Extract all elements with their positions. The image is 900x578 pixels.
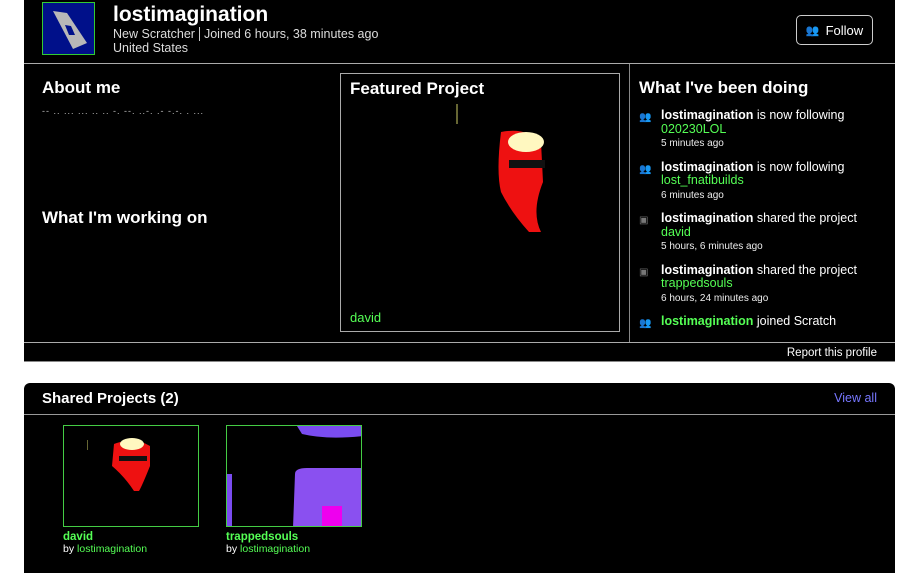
joined: Joined 6 hours, 38 minutes ago <box>198 27 379 41</box>
follow-icon: 👥 <box>639 163 652 175</box>
activity-target[interactable]: david <box>661 225 691 239</box>
activity-user[interactable]: lostimagination <box>661 314 753 328</box>
activity-user[interactable]: lostimagination <box>661 263 753 277</box>
project-thumbnail[interactable] <box>63 425 199 527</box>
share-icon: ▣ <box>639 266 649 278</box>
report-profile-link[interactable]: Report this profile <box>787 347 877 359</box>
follow-icon: 👥 <box>639 318 652 329</box>
project-author: by lostimagination <box>226 543 362 555</box>
featured-project-title[interactable]: david <box>350 310 381 325</box>
activity-item: 👥 lostimagination is now following 020230L… <box>639 108 889 151</box>
activity-time: 6 minutes ago <box>661 189 724 201</box>
follow-icon: 👥 <box>639 112 652 123</box>
activity-action: shared the project <box>756 211 857 225</box>
project-author: by lostimagination <box>63 543 199 555</box>
activity-user[interactable]: lostimagination <box>661 160 753 174</box>
activity-item: ▣ lostimagination shared the project davi… <box>639 211 889 254</box>
project-title[interactable]: david <box>63 531 199 543</box>
by-label: by <box>63 543 75 555</box>
about-me-text: -- .. ... ... .. .. -. --. ..-. .- -.-. … <box>42 106 204 116</box>
featured-thumbnail[interactable] <box>401 102 561 302</box>
follow-label: Follow <box>825 22 864 38</box>
about-me-heading: About me <box>42 78 121 97</box>
activity-action: is now following <box>756 159 845 174</box>
activity-item: 👥 lostimagination joined Scratch <box>639 314 889 329</box>
profile-meta: New Scratcher Joined 6 hours, 38 minutes … <box>113 27 382 55</box>
working-on-heading: What I'm working on <box>42 208 208 227</box>
avatar[interactable] <box>42 2 95 55</box>
follow-button[interactable]: 👥 Follow <box>796 15 873 45</box>
activity-action: shared the project <box>756 262 857 277</box>
project-thumbnail[interactable] <box>226 425 362 527</box>
project-title[interactable]: trappedsouls <box>226 531 362 543</box>
activity-heading: What I've been doing <box>639 78 809 97</box>
featured-heading: Featured Project <box>350 79 485 98</box>
shared-projects-heading: Shared Projects (2) <box>42 390 179 407</box>
activity-time: 5 minutes ago <box>661 138 724 149</box>
shared-projects-header: Shared Projects (2) View all <box>24 383 895 415</box>
author-link[interactable]: lostimagination <box>240 543 310 555</box>
activity-user[interactable]: lostimagination <box>661 211 753 225</box>
activity-time: 5 hours, 6 minutes ago <box>661 241 763 252</box>
view-all-link[interactable]: View all <box>834 391 877 405</box>
activity-action: is now following <box>756 108 845 122</box>
follow-icon: 👥 <box>805 24 820 37</box>
profile-box: lostimagination New Scratcher Joined 6 ho… <box>24 0 895 362</box>
activity-time: 6 hours, 24 minutes ago <box>661 292 769 304</box>
activity-target[interactable]: lost_fnatibuilds <box>661 173 744 187</box>
featured-project[interactable]: Featured Project david <box>340 73 620 332</box>
share-icon: ▣ <box>639 215 649 226</box>
rank: New Scratcher <box>113 27 195 41</box>
shared-projects-box: Shared Projects (2) View all david by lo… <box>24 383 895 573</box>
activity-item: 👥 lostimagination is now following lost_fn… <box>639 159 889 203</box>
column-divider <box>629 64 630 342</box>
by-label: by <box>226 543 238 555</box>
activity-target[interactable]: 020230LOL <box>661 122 726 136</box>
report-bar: Report this profile <box>24 342 895 362</box>
activity-item: ▣ lostimagination shared the project trapp… <box>639 262 889 306</box>
activity-user[interactable]: lostimagination <box>661 108 753 122</box>
author-link[interactable]: lostimagination <box>77 543 147 555</box>
activity-target[interactable]: trappedsouls <box>661 276 733 290</box>
activity-feed: What I've been doing 👥 lostimagination is… <box>639 78 889 329</box>
project-card[interactable]: david by lostimagination <box>63 425 199 555</box>
activity-action: joined Scratch <box>756 314 837 328</box>
project-card[interactable]: trappedsouls by lostimagination <box>226 425 362 555</box>
username: lostimagination <box>113 3 269 26</box>
location: United States <box>113 41 189 55</box>
profile-header: lostimagination New Scratcher Joined 6 ho… <box>24 0 895 64</box>
